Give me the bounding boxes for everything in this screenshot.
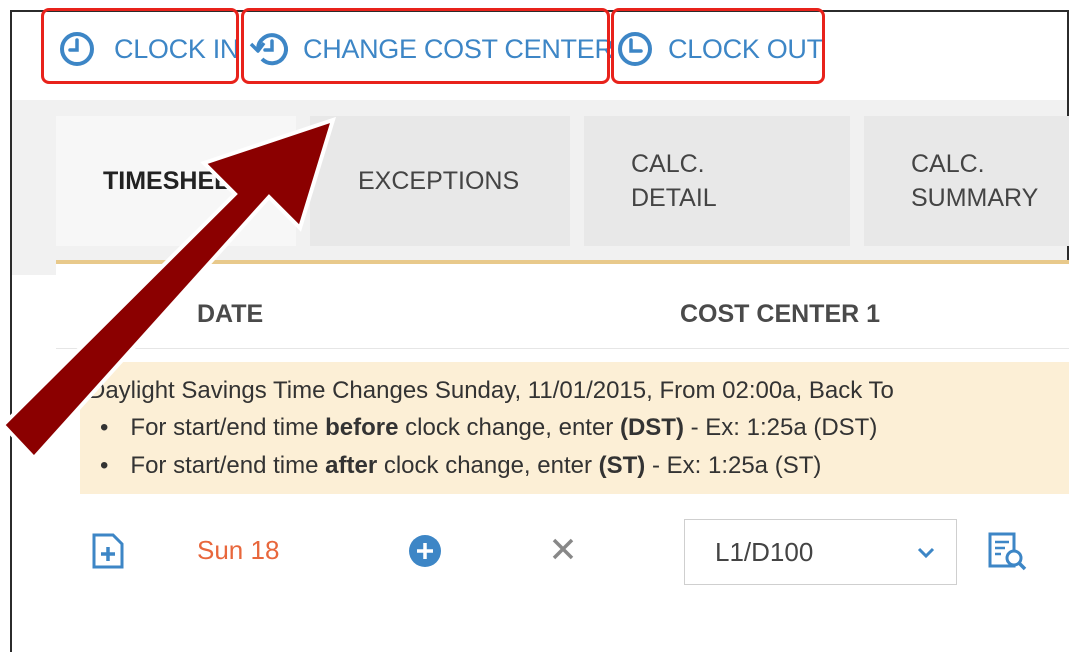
notice-title-text: Daylight Savings Time Changes Sunday, 11… bbox=[88, 377, 894, 404]
clock-out-label: CLOCK OUT bbox=[668, 33, 823, 64]
cost-center-value: L1/D100 bbox=[715, 536, 814, 567]
tab-calc-detail-label: CALC. DETAIL bbox=[631, 150, 717, 212]
row-date: Sun 18 bbox=[197, 535, 280, 565]
tab-calc-summary[interactable]: CALC. SUMMARY bbox=[864, 116, 1069, 246]
clock-in-label: CLOCK IN bbox=[114, 33, 240, 64]
clock-icon bbox=[60, 32, 94, 66]
search-lookup-icon[interactable] bbox=[987, 532, 1029, 577]
tab-calc-detail[interactable]: CALC. DETAIL bbox=[584, 116, 850, 246]
tab-timesheet[interactable]: TIMESHEET bbox=[56, 116, 296, 246]
notice-bullet-after: • For start/end time after clock change, … bbox=[100, 452, 822, 479]
column-header-date[interactable]: DATE bbox=[197, 300, 263, 329]
change-cost-center-label: CHANGE COST CENTER bbox=[303, 33, 614, 64]
header-divider bbox=[56, 348, 1069, 349]
notice-bullet-before: • For start/end time before clock change,… bbox=[100, 414, 878, 441]
close-icon[interactable] bbox=[551, 537, 575, 566]
dst-notice: Daylight Savings Time Changes Sunday, 11… bbox=[80, 362, 1069, 494]
notice-title: Daylight Savings Time Changes Sunday, 11… bbox=[88, 377, 894, 405]
change-cost-center-button[interactable]: CHANGE COST CENTER bbox=[249, 20, 614, 78]
clock-icon bbox=[618, 32, 652, 66]
tab-calc-summary-label: CALC. SUMMARY bbox=[911, 150, 1039, 212]
add-circle-icon[interactable] bbox=[407, 533, 443, 574]
column-header-cost-center[interactable]: COST CENTER 1 bbox=[680, 300, 880, 329]
add-entry-icon[interactable] bbox=[91, 532, 125, 575]
clock-out-button[interactable]: CLOCK OUT bbox=[616, 20, 823, 78]
chevron-down-icon bbox=[917, 547, 935, 559]
cost-center-select[interactable]: L1/D100 bbox=[684, 519, 957, 585]
history-icon bbox=[249, 33, 288, 66]
clock-in-button[interactable]: CLOCK IN bbox=[58, 20, 239, 78]
tab-timesheet-label: TIMESHEET bbox=[103, 167, 247, 195]
tab-exceptions[interactable]: EXCEPTIONS bbox=[310, 116, 570, 246]
tab-exceptions-label: EXCEPTIONS bbox=[358, 167, 520, 195]
